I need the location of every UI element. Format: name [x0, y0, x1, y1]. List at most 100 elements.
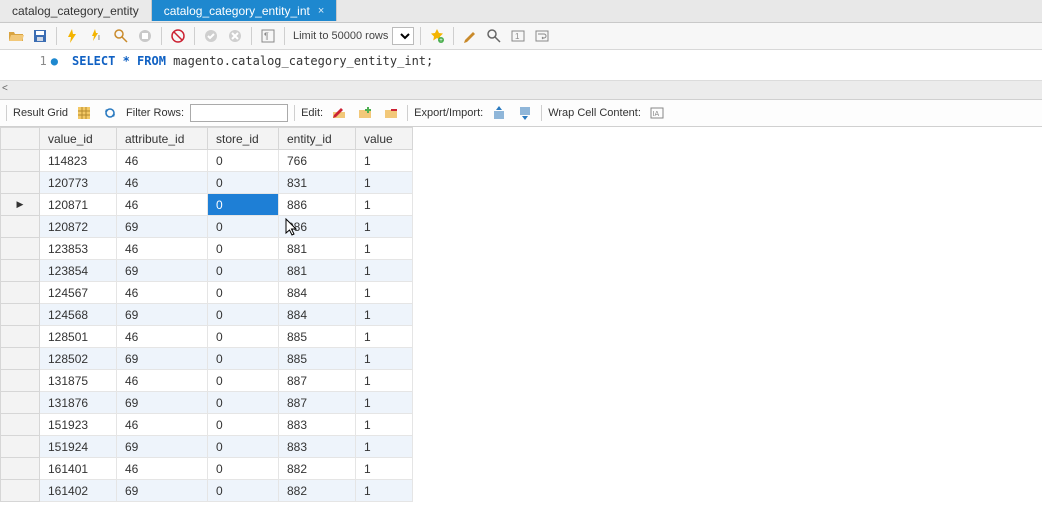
result-grid[interactable]: value_id attribute_id store_id entity_id… — [0, 127, 413, 502]
table-row[interactable]: 1148234607661 — [1, 150, 413, 172]
cell-entity-id[interactable]: 885 — [279, 326, 356, 348]
cell-value-id[interactable]: 128501 — [40, 326, 117, 348]
cell-attribute-id[interactable]: 46 — [117, 326, 208, 348]
row-header[interactable] — [1, 282, 40, 304]
row-header[interactable] — [1, 458, 40, 480]
column-header-value[interactable]: value — [356, 128, 413, 150]
cell-value[interactable]: 1 — [356, 282, 413, 304]
row-header[interactable] — [1, 370, 40, 392]
table-row[interactable]: 1318754608871 — [1, 370, 413, 392]
cell-attribute-id[interactable]: 46 — [117, 282, 208, 304]
cell-entity-id[interactable]: 887 — [279, 370, 356, 392]
cell-entity-id[interactable]: 831 — [279, 172, 356, 194]
explain-button[interactable] — [111, 26, 131, 46]
beautify-button[interactable] — [460, 26, 480, 46]
scroll-left-icon[interactable]: < — [2, 83, 8, 94]
column-header-store-id[interactable]: store_id — [208, 128, 279, 150]
cell-entity-id[interactable]: 881 — [279, 260, 356, 282]
cell-store-id[interactable]: 0 — [208, 414, 279, 436]
cell-attribute-id[interactable]: 46 — [117, 414, 208, 436]
cell-value[interactable]: 1 — [356, 238, 413, 260]
cell-value[interactable]: 1 — [356, 150, 413, 172]
table-row[interactable]: 1207734608311 — [1, 172, 413, 194]
cell-entity-id[interactable]: 766 — [279, 150, 356, 172]
cell-attribute-id[interactable]: 69 — [117, 216, 208, 238]
cell-value-id[interactable]: 120872 — [40, 216, 117, 238]
cell-entity-id[interactable]: 884 — [279, 304, 356, 326]
add-row-button[interactable] — [355, 103, 375, 123]
cell-value-id[interactable]: 161401 — [40, 458, 117, 480]
cell-value-id[interactable]: 151923 — [40, 414, 117, 436]
cell-value-id[interactable]: 124568 — [40, 304, 117, 326]
cell-entity-id[interactable]: 886 — [279, 194, 356, 216]
cell-value[interactable]: 1 — [356, 260, 413, 282]
table-row[interactable]: 1318766908871 — [1, 392, 413, 414]
cell-store-id[interactable]: 0 — [208, 458, 279, 480]
cell-entity-id[interactable]: 882 — [279, 480, 356, 502]
cell-value-id[interactable]: 161402 — [40, 480, 117, 502]
table-row[interactable]: 1519234608831 — [1, 414, 413, 436]
cell-attribute-id[interactable]: 69 — [117, 348, 208, 370]
cell-value[interactable]: 1 — [356, 392, 413, 414]
cell-value[interactable]: 1 — [356, 194, 413, 216]
row-header[interactable] — [1, 326, 40, 348]
table-row[interactable]: 1245686908841 — [1, 304, 413, 326]
cell-entity-id[interactable]: 881 — [279, 238, 356, 260]
execute-current-button[interactable]: I — [87, 26, 107, 46]
cell-entity-id[interactable]: 885 — [279, 348, 356, 370]
row-header[interactable] — [1, 414, 40, 436]
stop-button[interactable] — [135, 26, 155, 46]
editor-horizontal-scrollbar[interactable]: < — [0, 80, 1042, 99]
row-header[interactable] — [1, 260, 40, 282]
cell-value-id[interactable]: 120871 — [40, 194, 117, 216]
cell-attribute-id[interactable]: 69 — [117, 304, 208, 326]
commit-button[interactable] — [201, 26, 221, 46]
export-button[interactable] — [489, 103, 509, 123]
row-header[interactable] — [1, 216, 40, 238]
cell-value-id[interactable]: 123854 — [40, 260, 117, 282]
tab-catalog-category-entity[interactable]: catalog_category_entity — [0, 0, 152, 21]
cell-value-id[interactable]: 131875 — [40, 370, 117, 392]
table-row[interactable]: 1519246908831 — [1, 436, 413, 458]
table-row[interactable]: 1285014608851 — [1, 326, 413, 348]
cell-attribute-id[interactable]: 69 — [117, 480, 208, 502]
row-header[interactable] — [1, 150, 40, 172]
cell-value-id[interactable]: 114823 — [40, 150, 117, 172]
cell-store-id[interactable]: 0 — [208, 436, 279, 458]
table-row[interactable]: 1614026908821 — [1, 480, 413, 502]
sql-editor[interactable]: 1● SELECT * FROM magento.catalog_categor… — [0, 50, 1042, 80]
row-header[interactable] — [1, 238, 40, 260]
cell-attribute-id[interactable]: 46 — [117, 238, 208, 260]
execute-button[interactable] — [63, 26, 83, 46]
cell-store-id[interactable]: 0 — [208, 216, 279, 238]
cell-store-id[interactable]: 0 — [208, 150, 279, 172]
table-row[interactable]: ▶1208714608861 — [1, 194, 413, 216]
table-row[interactable]: 1238534608811 — [1, 238, 413, 260]
cell-attribute-id[interactable]: 46 — [117, 172, 208, 194]
row-header[interactable] — [1, 348, 40, 370]
cell-value-id[interactable]: 131876 — [40, 392, 117, 414]
cell-entity-id[interactable]: 884 — [279, 282, 356, 304]
cell-value[interactable]: 1 — [356, 326, 413, 348]
cell-value-id[interactable]: 124567 — [40, 282, 117, 304]
cell-store-id[interactable]: 0 — [208, 304, 279, 326]
row-header[interactable] — [1, 436, 40, 458]
cell-value-id[interactable]: 128502 — [40, 348, 117, 370]
table-row[interactable]: 1238546908811 — [1, 260, 413, 282]
cell-attribute-id[interactable]: 46 — [117, 150, 208, 172]
toggle-whitespace-button[interactable]: ¶ — [258, 26, 278, 46]
edit-row-button[interactable] — [329, 103, 349, 123]
cell-value[interactable]: 1 — [356, 414, 413, 436]
import-button[interactable] — [515, 103, 535, 123]
cell-value[interactable]: 1 — [356, 348, 413, 370]
result-grid-view-button[interactable] — [74, 103, 94, 123]
tab-catalog-category-entity-int[interactable]: catalog_category_entity_int × — [152, 0, 338, 21]
column-header-entity-id[interactable]: entity_id — [279, 128, 356, 150]
cell-store-id[interactable]: 0 — [208, 370, 279, 392]
cell-attribute-id[interactable]: 69 — [117, 392, 208, 414]
favorite-button[interactable]: + — [427, 26, 447, 46]
row-header[interactable] — [1, 172, 40, 194]
cell-store-id[interactable]: 0 — [208, 194, 279, 216]
table-row[interactable]: 1285026908851 — [1, 348, 413, 370]
cell-attribute-id[interactable]: 46 — [117, 370, 208, 392]
